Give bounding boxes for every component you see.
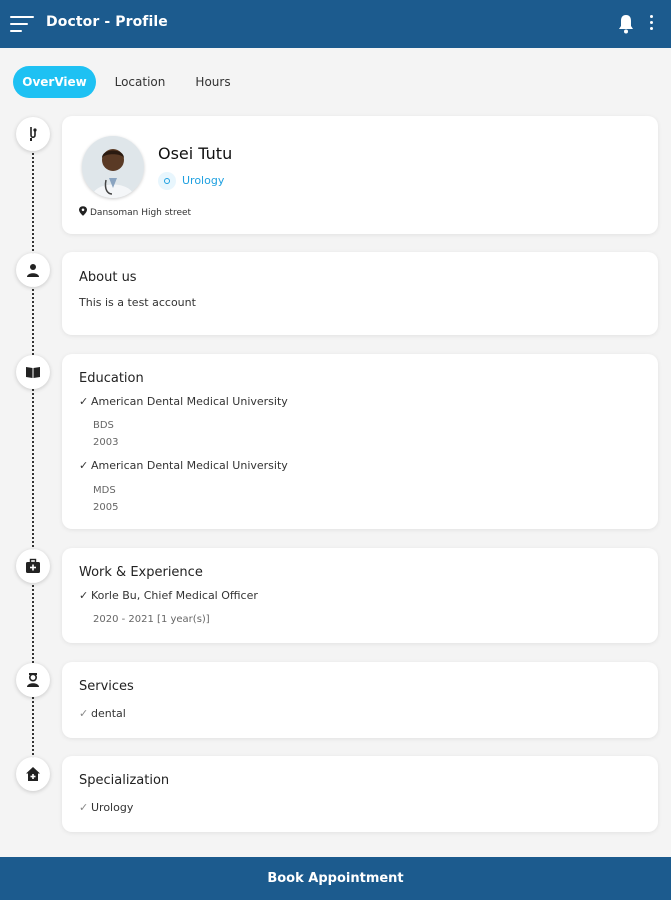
education-degree: BDS [93,420,114,431]
profile-tabs: OverView Location Hours [0,66,671,98]
doctor-name: Osei Tutu [158,144,233,163]
education-degree: MDS [93,485,116,496]
about-card: About us This is a test account [62,252,658,335]
tab-location[interactable]: Location [105,66,175,98]
map-marker-icon [79,206,87,216]
check-icon: ✓ [79,589,89,602]
book-appointment-button[interactable]: Book Appointment [0,857,671,900]
services-title: Services [79,679,134,694]
profile-timeline-node [16,117,50,151]
specialization-card: Specialization ✓ Urology [62,756,658,832]
medical-briefcase-icon [26,558,40,573]
page-title: Doctor - Profile [46,14,168,30]
profile-card: Osei Tutu Urology Dansoman High street [62,116,658,234]
more-vertical-icon[interactable] [646,15,656,33]
address: Dansoman High street [79,206,191,218]
check-icon: ✓ [79,395,89,408]
work-timeline-node [16,549,50,583]
about-title: About us [79,270,137,285]
tab-overview[interactable]: OverView [13,66,96,98]
education-school: American Dental Medical University [91,459,288,472]
work-period: 2020 - 2021 [1 year(s)] [93,614,210,625]
check-icon: ✓ [79,707,89,720]
education-title: Education [79,371,144,386]
work-card: Work & Experience ✓ Korle Bu, Chief Medic… [62,548,658,643]
tab-hours[interactable]: Hours [185,66,241,98]
specialty-icon [158,172,176,190]
specialization-item: ✓ Urology [79,801,133,814]
services-timeline-node [16,663,50,697]
service-item: ✓ dental [79,707,126,720]
education-card: Education ✓ American Dental Medical Unive… [62,354,658,529]
education-item: ✓ American Dental Medical University [79,395,288,408]
specialty-label: Urology [182,174,225,187]
education-year: 2003 [93,437,119,448]
work-item: ✓ Korle Bu, Chief Medical Officer [79,589,258,602]
specialization-label: Urology [91,801,134,814]
specialty-badge[interactable]: Urology [158,172,224,192]
doctor-avatar [82,136,144,198]
service-label: dental [91,707,126,720]
education-year: 2005 [93,502,119,513]
stethoscope-icon [30,127,37,141]
bell-icon[interactable] [617,14,635,34]
check-icon: ✓ [79,801,89,814]
work-title: Work & Experience [79,565,203,580]
check-icon: ✓ [79,459,89,472]
address-text: Dansoman High street [90,208,192,218]
services-card: Services ✓ dental [62,662,658,738]
app-bar: Doctor - Profile [0,0,671,48]
specialization-title: Specialization [79,773,170,788]
education-school: American Dental Medical University [91,395,288,408]
education-timeline-node [16,355,50,389]
specialization-timeline-node [16,757,50,791]
education-item: ✓ American Dental Medical University [79,459,288,472]
doctor-user-icon [27,264,39,277]
book-open-icon [26,367,40,378]
user-nurse-icon [27,673,39,687]
clinic-house-icon [26,767,40,781]
about-timeline-node [16,253,50,287]
about-text: This is a test account [79,296,196,309]
hamburger-menu-icon[interactable] [10,14,34,34]
work-role: Korle Bu, Chief Medical Officer [91,589,258,602]
